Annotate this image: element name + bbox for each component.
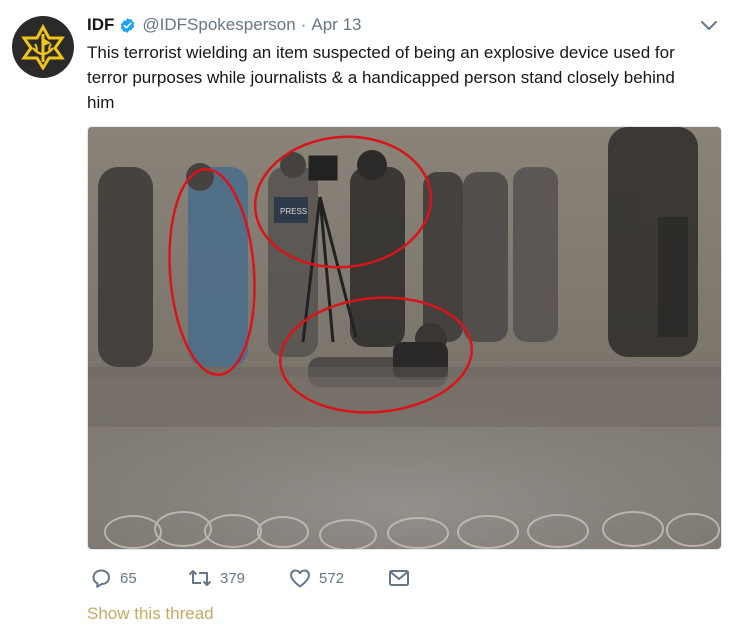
tweet-text-line: This terrorist wielding an item suspecte… xyxy=(87,43,675,62)
envelope-icon xyxy=(389,570,409,586)
like-button[interactable]: 572 xyxy=(288,567,344,589)
idf-emblem-icon xyxy=(21,24,65,70)
avatar[interactable] xyxy=(12,16,74,78)
press-vest-text: PRESS xyxy=(280,207,307,216)
reply-icon xyxy=(92,569,110,588)
author-handle[interactable]: @IDFSpokesperson xyxy=(142,15,295,35)
tweet-photo[interactable]: PRESS xyxy=(87,126,722,550)
author-name[interactable]: IDF xyxy=(87,15,114,35)
reply-button[interactable]: 65 xyxy=(89,567,137,589)
like-count: 572 xyxy=(319,569,345,587)
chevron-down-icon[interactable] xyxy=(699,18,719,34)
header-separator: · xyxy=(300,15,307,34)
direct-message-button[interactable] xyxy=(387,567,411,589)
heart-icon xyxy=(290,569,310,588)
tweet-date[interactable]: Apr 13 xyxy=(311,15,361,35)
retweet-count: 379 xyxy=(220,569,246,587)
tweet[interactable]: IDF @IDFSpokesperson · Apr 13 This terro… xyxy=(0,0,733,634)
retweet-icon xyxy=(188,570,212,586)
verified-badge-icon xyxy=(119,17,136,34)
show-thread-link[interactable]: Show this thread xyxy=(87,604,214,624)
reply-count: 65 xyxy=(120,569,137,587)
tweet-text-line: terror purposes while journalists & a ha… xyxy=(87,68,675,87)
retweet-button[interactable]: 379 xyxy=(187,567,245,589)
tweet-header: IDF @IDFSpokesperson · Apr 13 xyxy=(87,14,361,36)
tweet-text: This terrorist wielding an item suspecte… xyxy=(87,40,707,115)
tweet-text-line: him xyxy=(87,93,115,112)
